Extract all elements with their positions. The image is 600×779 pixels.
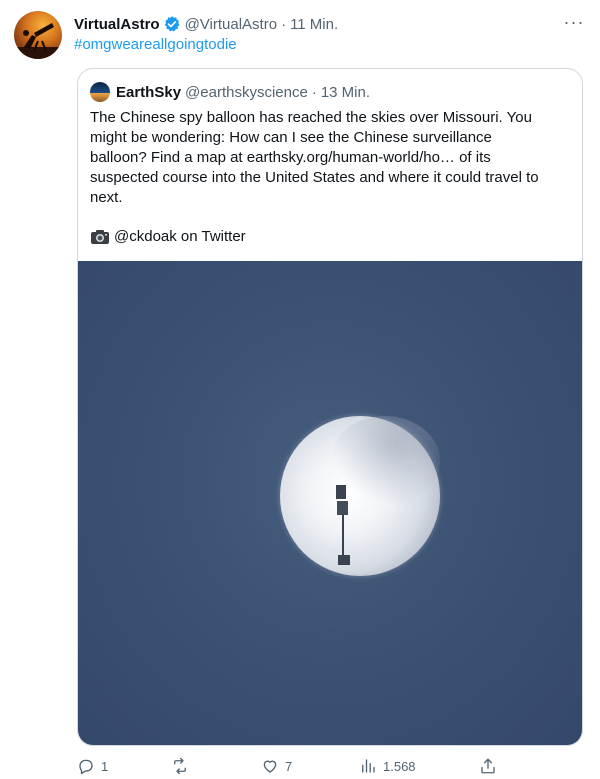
like-button[interactable]: 7 [261,755,292,777]
author-avatar[interactable] [14,11,62,59]
quoted-tweet[interactable]: EarthSky @earthskyscience · 13 Min. The … [77,68,583,746]
photo-credit: @ckdoak on Twitter [90,227,246,247]
quoted-author-handle: @earthskyscience [185,83,308,101]
tweet-timestamp[interactable]: 11 Min. [290,16,338,33]
author-name[interactable]: VirtualAstro [74,16,160,33]
heart-icon [263,760,277,773]
tweet-header: VirtualAstro @VirtualAstro · 11 Min. [74,13,338,35]
telescope-silhouette-icon [14,23,62,59]
verified-badge-icon [164,16,180,32]
balloon-image [280,416,440,576]
share-button[interactable] [479,755,503,777]
retweet-button[interactable] [171,755,195,777]
photo-credit-text: @ckdoak on Twitter [114,228,246,245]
quoted-author-name: EarthSky [116,83,182,101]
more-options-icon[interactable]: ··· [562,12,586,32]
like-count: 7 [285,758,293,774]
tweet: VirtualAstro @VirtualAstro · 11 Min. ···… [0,0,600,779]
views-chart-icon [362,759,375,773]
hashtag-link[interactable]: #omgweareallgoingtodie [74,36,237,53]
share-icon [481,758,495,774]
balloon-payload [336,485,350,565]
quoted-tweet-timestamp: 13 Min. [320,83,371,101]
quoted-author-avatar [90,82,110,102]
reply-button[interactable]: 1 [77,755,108,777]
quoted-tweet-header: EarthSky @earthskyscience · 13 Min. [90,82,370,102]
retweet-icon [174,757,186,775]
camera-icon [91,230,109,244]
author-handle[interactable]: @VirtualAstro [185,16,277,33]
tweet-actions: 1 7 1.568 [77,755,507,777]
balloon-photo[interactable] [78,261,582,745]
views-count: 1.568 [383,758,416,774]
reply-icon [79,759,93,775]
separator-dot: · [281,15,287,33]
views-button[interactable]: 1.568 [359,755,416,777]
quoted-tweet-text: The Chinese spy balloon has reached the … [90,109,539,206]
separator-dot: · [311,83,317,101]
reply-count: 1 [101,758,109,774]
